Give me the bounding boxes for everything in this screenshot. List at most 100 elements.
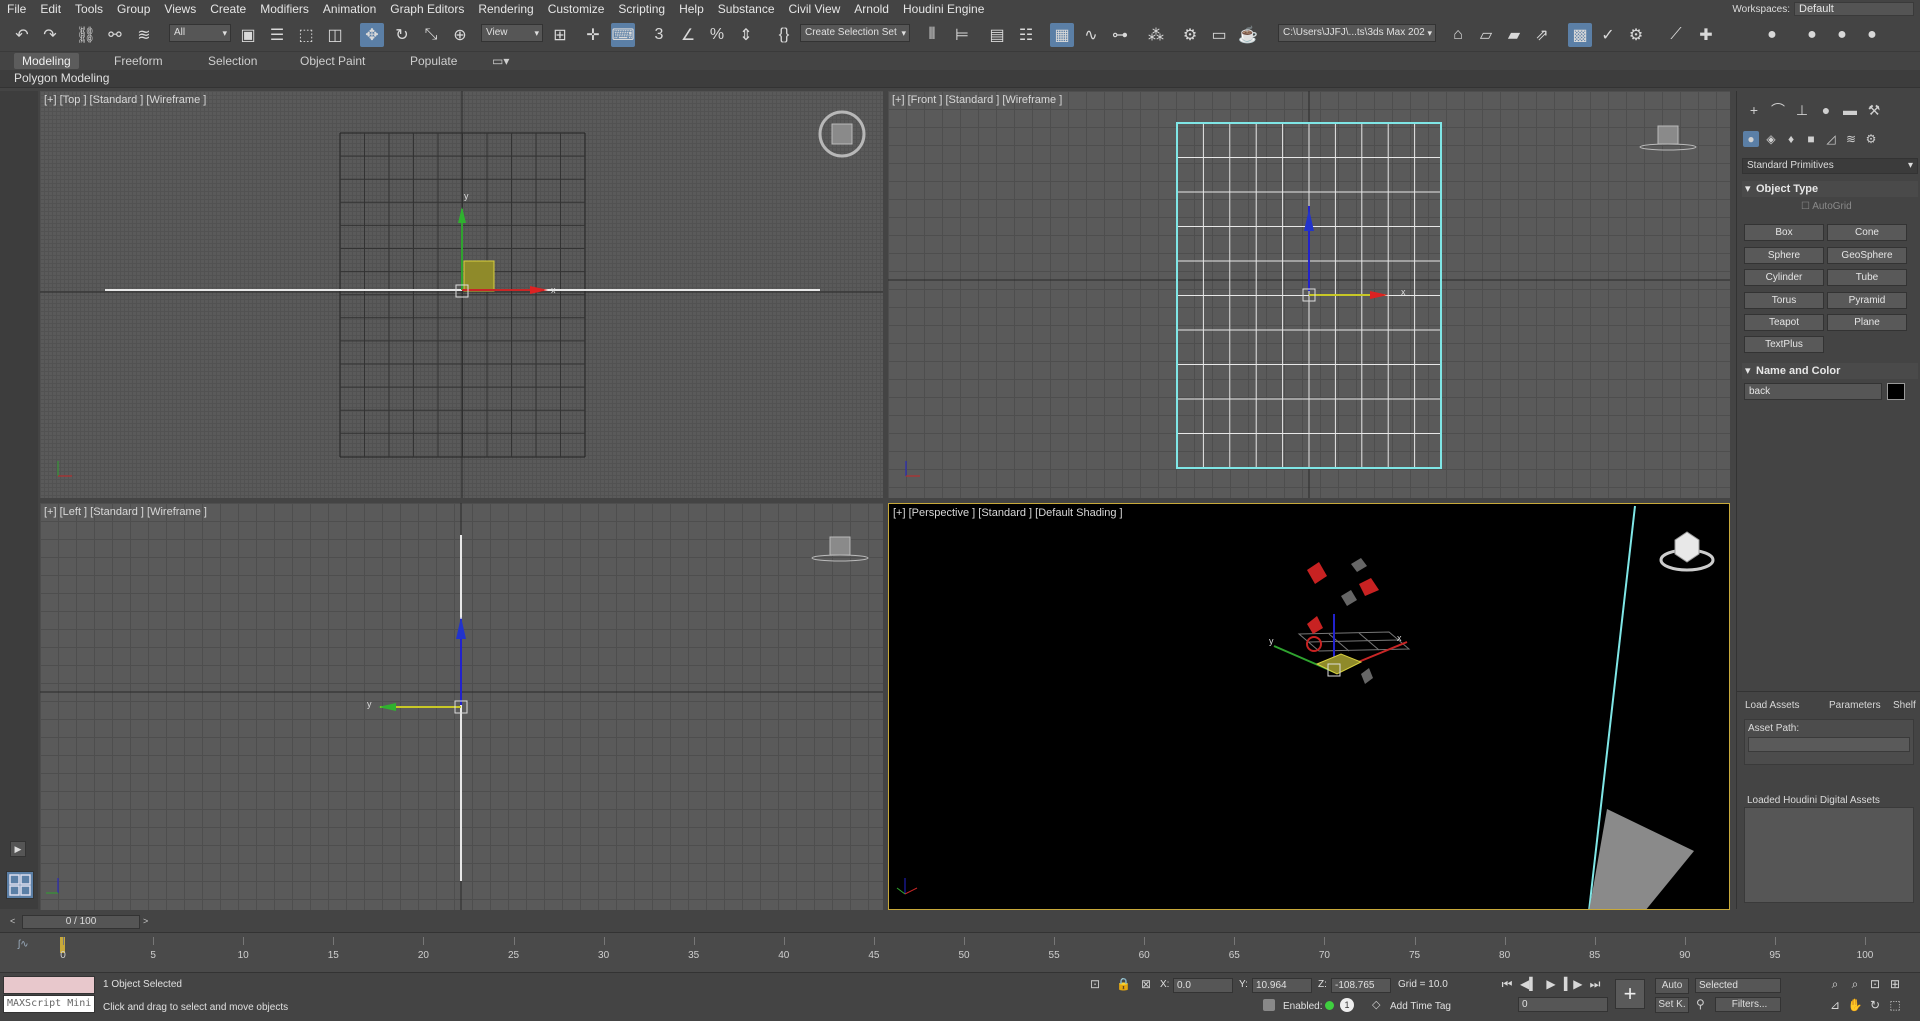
field-of-view-icon[interactable]: ⊿ — [1826, 997, 1844, 1013]
menu-tools[interactable]: Tools — [68, 2, 110, 16]
menu-graph-editors[interactable]: Graph Editors — [383, 2, 471, 16]
menu-scripting[interactable]: Scripting — [611, 2, 672, 16]
selection-filter-dropdown[interactable]: All — [169, 24, 231, 42]
hierarchy-tab-icon[interactable]: ⊥ — [1793, 101, 1811, 119]
select-scale-icon[interactable]: ⤡ — [419, 23, 443, 47]
absolute-mode-icon[interactable]: ⊠ — [1141, 977, 1151, 991]
key-mode-icon[interactable]: ⚲ — [1696, 997, 1705, 1011]
time-slider-prev-icon[interactable]: < — [10, 916, 15, 926]
select-by-name-icon[interactable]: ☰ — [265, 23, 289, 47]
workspaces-dropdown[interactable]: Default — [1794, 2, 1914, 16]
tab-modeling[interactable]: Modeling — [14, 53, 79, 69]
settings-icon[interactable]: ⚙ — [1624, 23, 1648, 47]
render-setup-icon[interactable]: ⚙ — [1178, 23, 1202, 47]
window-crossing-icon[interactable]: ◫ — [323, 23, 347, 47]
display-tab-icon[interactable]: ▬ — [1841, 101, 1859, 119]
time-slider-thumb[interactable]: 0 / 100 — [22, 915, 140, 929]
curve-editor-icon[interactable]: ∿ — [1079, 23, 1103, 47]
align-icon[interactable]: ⊨ — [950, 23, 974, 47]
project-folder-icon[interactable]: ⌂ — [1446, 23, 1470, 47]
info-icon[interactable]: 1 — [1340, 998, 1354, 1012]
autogrid-checkbox[interactable]: ☐ AutoGrid — [1801, 201, 1852, 212]
current-frame-field[interactable]: 0 — [1518, 997, 1608, 1012]
menu-file[interactable]: File — [0, 2, 33, 16]
bind-space-warp-icon[interactable]: ≋ — [132, 23, 156, 47]
select-manipulate-icon[interactable]: ✛ — [581, 23, 605, 47]
expand-rail-icon[interactable]: ▶ — [10, 841, 26, 857]
tab-shelf[interactable]: Shelf — [1893, 700, 1916, 711]
tab-selection[interactable]: Selection — [200, 53, 265, 69]
loaded-assets-list[interactable] — [1744, 807, 1914, 903]
mirror-icon[interactable]: ⫴ — [920, 23, 944, 47]
set-key-button[interactable]: Set K. — [1655, 997, 1689, 1013]
menu-help[interactable]: Help — [672, 2, 711, 16]
play-icon[interactable]: ▶ — [1542, 976, 1560, 992]
menu-views[interactable]: Views — [157, 2, 203, 16]
cameras-icon[interactable]: ■ — [1803, 131, 1819, 147]
tab-object-paint[interactable]: Object Paint — [292, 53, 373, 69]
undo-icon[interactable]: ↶ — [10, 23, 34, 47]
create-tab-icon[interactable]: + — [1745, 101, 1763, 119]
snap-tool-icon[interactable]: ⟋ — [1664, 23, 1688, 47]
y-coordinate-field[interactable]: 10.964 — [1252, 978, 1312, 993]
scene-explorer-icon[interactable]: ▤ — [985, 23, 1009, 47]
tab-freeform[interactable]: Freeform — [106, 53, 171, 69]
tube-button[interactable]: Tube — [1827, 269, 1907, 286]
motion-tab-icon[interactable]: ● — [1817, 101, 1835, 119]
rect-selection-icon[interactable]: ⬚ — [294, 23, 318, 47]
viewport-perspective[interactable]: [+] [Perspective ] [Standard ] [Default … — [888, 503, 1730, 910]
spinner-snap-icon[interactable]: ⇕ — [734, 23, 758, 47]
torus-button[interactable]: Torus — [1744, 292, 1824, 309]
crosshair-icon[interactable]: ✚ — [1694, 23, 1718, 47]
select-object-icon[interactable]: ▣ — [236, 23, 260, 47]
menu-houdini-engine[interactable]: Houdini Engine — [896, 2, 991, 16]
viewport-top[interactable]: [+] [Top ] [Standard ] [Wireframe ] y x — [40, 91, 883, 498]
reference-coord-dropdown[interactable]: View — [481, 24, 543, 42]
name-and-color-rollout[interactable]: Name and Color — [1742, 363, 1918, 379]
cone-button[interactable]: Cone — [1827, 224, 1907, 241]
percent-snap-icon[interactable]: % — [705, 23, 729, 47]
tab-parameters[interactable]: Parameters — [1829, 700, 1881, 711]
maxscript-mini-input[interactable]: MAXScript Mini — [3, 995, 95, 1013]
key-filters-button[interactable]: Filters... — [1715, 997, 1781, 1012]
time-tag-icon[interactable]: ◇ — [1372, 998, 1380, 1011]
tab-populate[interactable]: Populate — [402, 53, 465, 69]
object-name-field[interactable]: back — [1744, 383, 1882, 400]
orbit-icon[interactable]: ↻ — [1866, 997, 1884, 1013]
menu-create[interactable]: Create — [203, 2, 253, 16]
zoom-extents-all-icon[interactable]: ⊞ — [1886, 976, 1904, 992]
curve-editor-mini-icon[interactable]: ʃ∿ — [18, 939, 29, 950]
named-selection-set-dropdown[interactable]: Create Selection Set — [800, 24, 910, 42]
angle-snap-icon[interactable]: ∠ — [676, 23, 700, 47]
object-type-rollout[interactable]: Object Type — [1742, 181, 1918, 197]
select-place-icon[interactable]: ⊕ — [448, 23, 472, 47]
lock-selection-icon[interactable]: 🔒 — [1116, 977, 1131, 991]
check-icon[interactable]: ✓ — [1596, 23, 1620, 47]
helpers-icon[interactable]: ◿ — [1823, 131, 1839, 147]
space-warps-icon[interactable]: ≋ — [1843, 131, 1859, 147]
select-move-icon[interactable]: ✥ — [360, 23, 384, 47]
save-icon[interactable]: ▩ — [1568, 23, 1592, 47]
edit-named-selection-icon[interactable]: {} — [772, 23, 796, 47]
isolate-icon[interactable]: ⊡ — [1090, 977, 1100, 991]
key-filter-dropdown[interactable]: Selected — [1695, 978, 1781, 993]
geometry-icon[interactable]: ● — [1743, 131, 1759, 147]
systems-icon[interactable]: ⚙ — [1863, 131, 1879, 147]
menu-animation[interactable]: Animation — [316, 2, 383, 16]
cylinder-button[interactable]: Cylinder — [1744, 269, 1824, 286]
project-path-dropdown[interactable]: C:\Users\JJFJ\...ts\3ds Max 202 — [1278, 24, 1436, 42]
maxscript-listener-top[interactable] — [3, 976, 95, 994]
menu-edit[interactable]: Edit — [33, 2, 68, 16]
prev-frame-icon[interactable]: ◀▍ — [1520, 976, 1538, 992]
auto-key-button[interactable]: Auto — [1655, 978, 1689, 994]
goto-end-icon[interactable]: ⏭ — [1586, 976, 1604, 992]
zoom-icon[interactable]: ⌕ — [1826, 976, 1844, 992]
maximize-viewport-icon[interactable]: ⬚ — [1886, 997, 1904, 1013]
plane-button[interactable]: Plane — [1827, 314, 1907, 331]
unlink-icon[interactable]: ⚯ — [103, 23, 127, 47]
menu-civil-view[interactable]: Civil View — [782, 2, 848, 16]
goto-start-icon[interactable]: ⏮ — [1498, 976, 1516, 992]
viewport-layout-icon[interactable] — [6, 871, 34, 899]
redo-icon[interactable]: ↷ — [38, 23, 62, 47]
z-coordinate-field[interactable]: -108.765 — [1331, 978, 1391, 993]
